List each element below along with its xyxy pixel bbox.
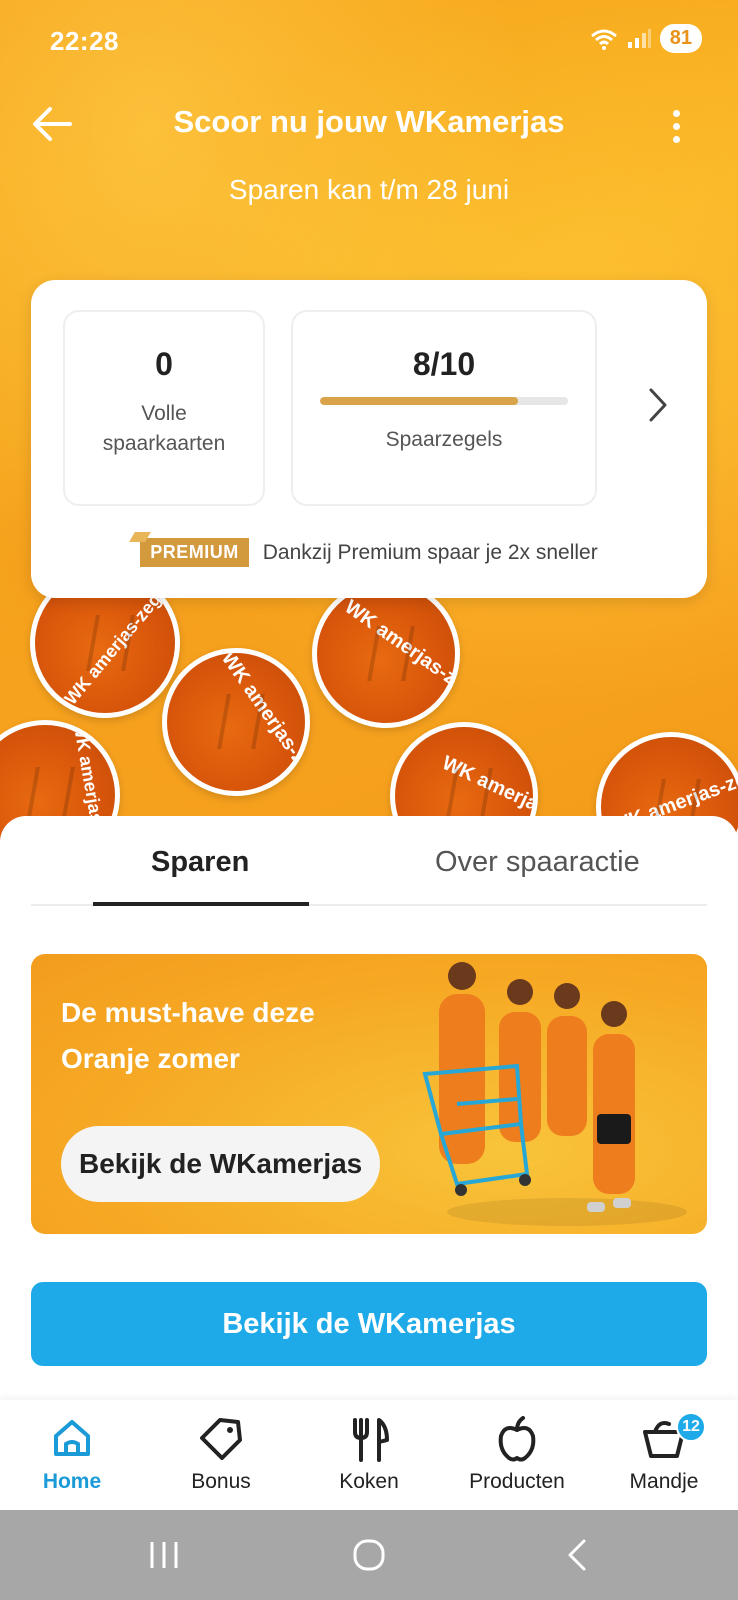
content-sheet: Sparen Over spaaractie De must-have deze… bbox=[0, 816, 738, 1400]
promo-banner[interactable]: De must-have deze Oranje zomer Bekijk de… bbox=[31, 954, 707, 1234]
promo-title-line2: Oranje zomer bbox=[61, 1043, 240, 1074]
nav-mandje[interactable]: 12 Mandje bbox=[594, 1400, 734, 1510]
stamp-decoration: WK amerjas-zegel bbox=[312, 580, 460, 728]
full-cards-tile: 0 Volle spaarkaarten bbox=[63, 310, 265, 506]
more-dot bbox=[672, 122, 680, 130]
stamps-progress-bar bbox=[320, 397, 568, 405]
stamps-progress-fill bbox=[320, 397, 519, 405]
nav-koken[interactable]: Koken bbox=[299, 1400, 439, 1510]
home-icon bbox=[54, 1420, 90, 1456]
tab-bar: Sparen Over spaaractie bbox=[31, 816, 707, 906]
active-tab-indicator bbox=[93, 902, 309, 906]
nav-koken-label: Koken bbox=[339, 1470, 399, 1493]
nav-bonus[interactable]: Bonus bbox=[151, 1400, 291, 1510]
stamp-decoration: WK amerjas-zegel bbox=[162, 648, 310, 796]
full-cards-label-line2: spaarkaarten bbox=[102, 432, 226, 455]
full-cards-count: 0 bbox=[155, 346, 173, 382]
nav-home[interactable]: Home bbox=[2, 1400, 142, 1510]
savings-card[interactable]: 0 Volle spaarkaarten 8/10 Spaarzegels PR… bbox=[31, 280, 707, 598]
premium-badge: PREMIUM bbox=[140, 538, 249, 567]
premium-info: PREMIUM Dankzij Premium spaar je 2x snel… bbox=[31, 538, 707, 567]
bottom-navigation: Home Bonus Koken Producten 12 Mandje bbox=[0, 1400, 738, 1510]
players-illustration bbox=[422, 962, 687, 1226]
tag-icon bbox=[200, 1418, 242, 1460]
recent-apps-button[interactable] bbox=[144, 1538, 184, 1572]
tab-sparen[interactable]: Sparen bbox=[151, 846, 249, 879]
stamps-label: Spaarzegels bbox=[385, 428, 503, 451]
more-dot bbox=[672, 135, 680, 143]
nav-mandje-label: Mandje bbox=[629, 1470, 699, 1493]
apple-icon bbox=[498, 1416, 536, 1462]
nav-producten-label: Producten bbox=[469, 1470, 565, 1493]
stamp-text: WK amerjas-zegel bbox=[216, 648, 310, 796]
page-title: Scoor nu jouw WKamerjas bbox=[173, 104, 565, 139]
stamps-tile: 8/10 Spaarzegels bbox=[291, 310, 597, 506]
hero-background: WK amerjas-zegel WK amerjas-zegel WK ame… bbox=[0, 0, 738, 860]
top-bar: Scoor nu jouw WKamerjas bbox=[0, 100, 738, 150]
savings-details-button[interactable] bbox=[643, 382, 673, 428]
signal-icon bbox=[627, 28, 651, 48]
battery-indicator: 81 bbox=[659, 24, 702, 53]
home-system-button[interactable] bbox=[349, 1538, 389, 1572]
status-icons: 81 bbox=[590, 24, 702, 53]
nav-producten[interactable]: Producten bbox=[447, 1400, 587, 1510]
more-options-button[interactable] bbox=[666, 104, 686, 148]
wifi-icon bbox=[590, 29, 617, 50]
more-dot bbox=[672, 109, 680, 117]
back-system-button[interactable] bbox=[558, 1538, 598, 1572]
nav-home-label: Home bbox=[42, 1470, 102, 1493]
promo-title-line1: De must-have deze bbox=[61, 997, 315, 1028]
cart-count-badge: 12 bbox=[676, 1412, 706, 1442]
home-circle-icon bbox=[353, 1539, 385, 1571]
nav-bonus-label: Bonus bbox=[191, 1470, 251, 1493]
status-bar: 22:28 81 bbox=[50, 24, 702, 58]
status-time: 22:28 bbox=[50, 26, 119, 56]
full-cards-label: Volle spaarkaarten bbox=[65, 399, 263, 459]
view-wkamerjas-button[interactable]: Bekijk de WKamerjas bbox=[31, 1282, 707, 1366]
promo-view-button[interactable]: Bekijk de WKamerjas bbox=[61, 1126, 381, 1202]
stamps-count: 8/10 bbox=[412, 346, 476, 382]
back-chevron-icon bbox=[568, 1539, 586, 1571]
page-subtitle: Sparen kan t/m 28 juni bbox=[228, 174, 510, 205]
full-cards-label-line1: Volle bbox=[141, 402, 187, 425]
recent-apps-icon bbox=[150, 1542, 178, 1568]
cutlery-icon bbox=[353, 1418, 389, 1462]
system-navigation-bar bbox=[0, 1510, 738, 1600]
promo-title: De must-have deze Oranje zomer bbox=[61, 990, 401, 1082]
stamp-text: WK amerjas-zegel bbox=[340, 595, 460, 713]
tab-over-spaaractie[interactable]: Over spaaractie bbox=[435, 846, 640, 879]
chevron-right-icon bbox=[649, 388, 667, 422]
premium-text: Dankzij Premium spaar je 2x sneller bbox=[262, 540, 598, 564]
